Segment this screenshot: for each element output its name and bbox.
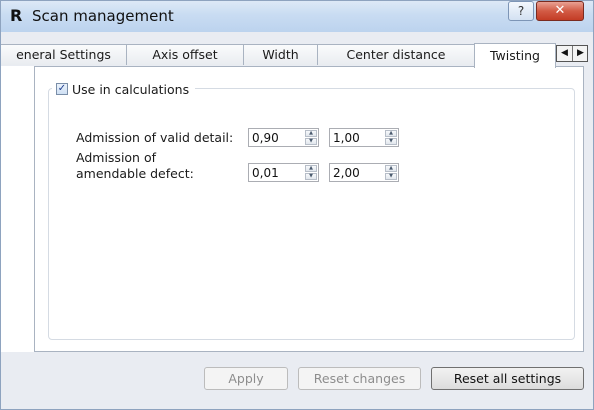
stepper-down-icon[interactable]: ▼ <box>385 138 397 145</box>
reset-changes-button[interactable]: Reset changes <box>298 367 421 390</box>
tab-center-distance[interactable]: Center distance <box>317 44 475 65</box>
stepper-up-icon[interactable]: ▲ <box>305 165 317 172</box>
apply-button[interactable]: Apply <box>204 367 288 390</box>
stepper-buttons: ▲ ▼ <box>385 165 397 180</box>
reset-all-settings-button[interactable]: Reset all settings <box>431 367 584 390</box>
amendable-defect-label-line1: Admission of <box>76 150 157 165</box>
calculation-groupbox <box>48 88 575 340</box>
tab-twisting[interactable]: Twisting <box>474 43 556 68</box>
stepper-up-icon[interactable]: ▲ <box>305 130 317 137</box>
stepper-down-icon[interactable]: ▼ <box>385 173 397 180</box>
app-logo-icon: R <box>10 6 23 25</box>
group-header: ✓ Use in calculations <box>52 80 196 98</box>
valid-detail-label: Admission of valid detail: <box>76 130 234 145</box>
tab-scroll-control: ◀ ▶ <box>556 45 588 62</box>
use-in-calculations-checkbox[interactable]: ✓ <box>56 83 68 95</box>
tab-general-settings[interactable]: eneral Settings <box>0 44 127 65</box>
stepper-up-icon[interactable]: ▲ <box>385 130 397 137</box>
amendable-defect-min-value[interactable]: 0,01 <box>252 165 279 181</box>
title-bar[interactable]: R Scan management ? ✕ <box>0 0 594 33</box>
stepper-buttons: ▲ ▼ <box>385 130 397 145</box>
close-button[interactable]: ✕ <box>536 1 584 21</box>
stepper-down-icon[interactable]: ▼ <box>305 173 317 180</box>
tab-scroll-right-icon[interactable]: ▶ <box>573 46 588 61</box>
amendable-defect-max-value[interactable]: 2,00 <box>333 165 360 181</box>
stepper-up-icon[interactable]: ▲ <box>385 165 397 172</box>
stepper-buttons: ▲ ▼ <box>305 165 317 180</box>
stepper-buttons: ▲ ▼ <box>305 130 317 145</box>
tab-page-margin <box>0 66 34 352</box>
stepper-down-icon[interactable]: ▼ <box>305 138 317 145</box>
valid-detail-min-value[interactable]: 0,90 <box>252 130 279 146</box>
tab-width[interactable]: Width <box>243 44 318 65</box>
use-in-calculations-label[interactable]: Use in calculations <box>72 82 189 97</box>
valid-detail-max-stepper[interactable]: 1,00 ▲ ▼ <box>329 128 399 147</box>
tab-scroll-left-icon[interactable]: ◀ <box>557 46 573 61</box>
tab-axis-offset[interactable]: Axis offset <box>126 44 244 65</box>
window-title: Scan management <box>32 7 174 25</box>
help-button[interactable]: ? <box>508 1 534 21</box>
valid-detail-max-value[interactable]: 1,00 <box>333 130 360 146</box>
amendable-defect-max-stepper[interactable]: 2,00 ▲ ▼ <box>329 163 399 182</box>
amendable-defect-min-stepper[interactable]: 0,01 ▲ ▼ <box>248 163 319 182</box>
amendable-defect-label-line2: amendable defect: <box>76 166 194 181</box>
scan-management-window: R Scan management ? ✕ eneral Settings Ax… <box>0 0 594 410</box>
valid-detail-min-stepper[interactable]: 0,90 ▲ ▼ <box>248 128 319 147</box>
